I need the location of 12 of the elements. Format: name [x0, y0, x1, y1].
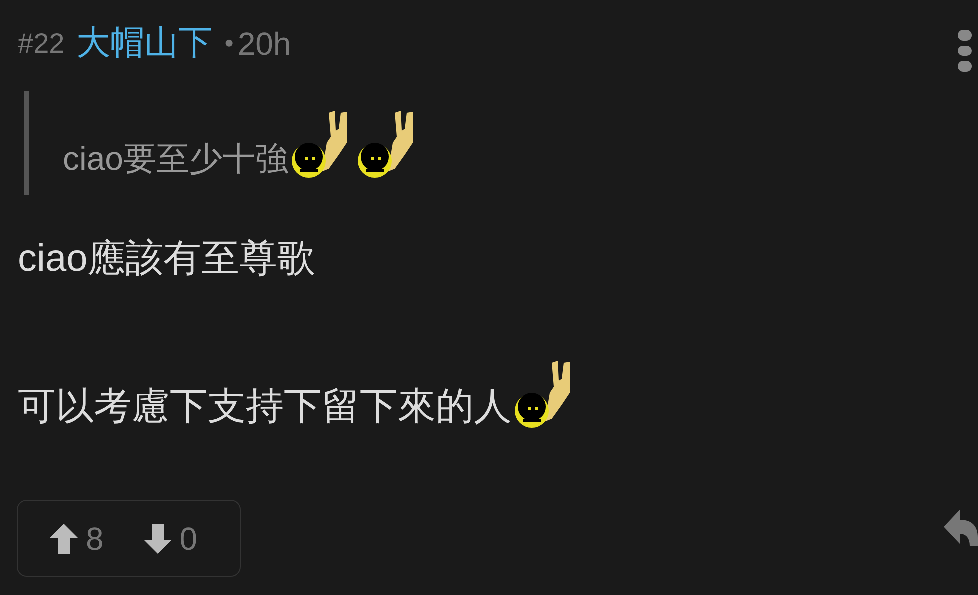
author-name[interactable]: 大帽山下 — [76, 18, 213, 69]
down-arrow-icon — [144, 524, 172, 554]
downvote-button[interactable]: 0 — [144, 514, 198, 562]
post-number: #22 — [18, 26, 65, 60]
post-time: 20h — [238, 24, 292, 64]
separator-dot: • — [224, 27, 234, 60]
reply-icon[interactable] — [944, 510, 978, 546]
post-text: ciao要至少十強 — [63, 139, 289, 179]
up-arrow-icon — [50, 524, 78, 554]
upvote-button[interactable]: 8 — [50, 514, 104, 562]
post-text: 可以考慮下支持下留下來的人 — [18, 385, 512, 430]
post-text: ciao應該有至尊歌 — [18, 237, 316, 282]
